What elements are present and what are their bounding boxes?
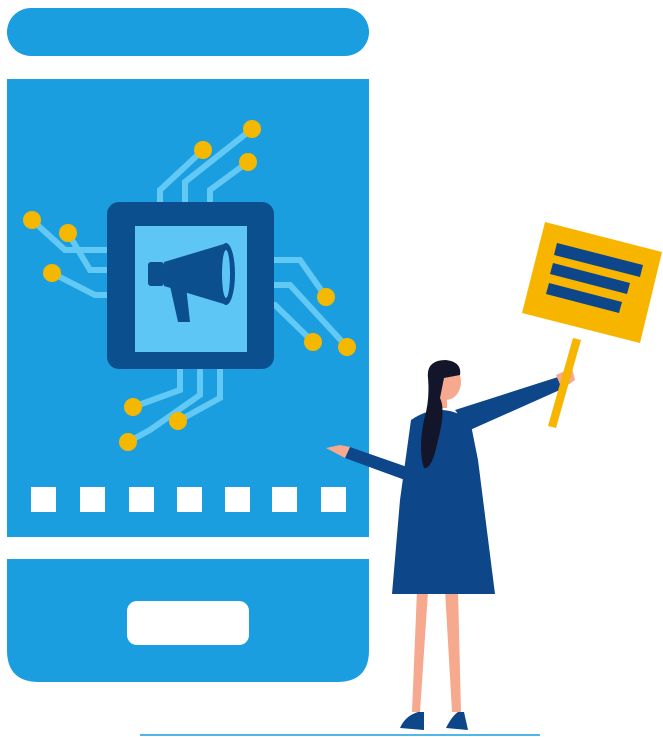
screen-dot bbox=[177, 487, 202, 512]
microchip-icon bbox=[107, 202, 274, 369]
node bbox=[239, 153, 257, 171]
node bbox=[59, 224, 77, 242]
node bbox=[194, 141, 212, 159]
node bbox=[119, 433, 137, 451]
screen-dot bbox=[80, 487, 105, 512]
node bbox=[124, 398, 142, 416]
screen-dot bbox=[225, 487, 250, 512]
node bbox=[23, 211, 41, 229]
screen-dot bbox=[129, 487, 154, 512]
screen-dot bbox=[31, 487, 56, 512]
node bbox=[43, 264, 61, 282]
node bbox=[338, 338, 356, 356]
screen-dot bbox=[272, 487, 297, 512]
phone-top-bar bbox=[7, 8, 369, 56]
illustration-canvas bbox=[7, 8, 662, 736]
node bbox=[243, 120, 261, 138]
node bbox=[317, 288, 335, 306]
home-button[interactable] bbox=[127, 601, 249, 645]
node bbox=[304, 333, 322, 351]
screen-dot bbox=[321, 487, 346, 512]
node bbox=[169, 412, 187, 430]
